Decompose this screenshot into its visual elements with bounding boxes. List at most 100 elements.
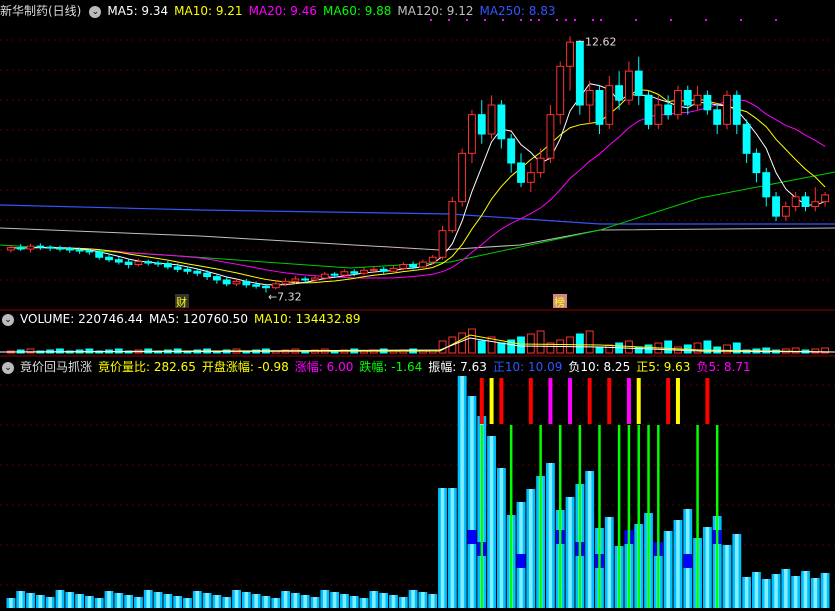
- indicator-collapse-icon[interactable]: ⌄: [2, 361, 14, 374]
- volume-bar: [693, 342, 702, 354]
- indicator-bar-core: [77, 594, 82, 608]
- candle-body: [644, 94, 653, 125]
- indicator-label-7: 正5: 9.63: [636, 360, 691, 374]
- candle-body: [124, 261, 133, 266]
- indicator-block: [516, 554, 526, 568]
- indicator-bar-core: [18, 591, 23, 608]
- indicator-label-8: 负5: 8.71: [696, 360, 751, 374]
- ma-label-4: MA120: 9.12: [397, 4, 474, 18]
- indicator-bar-core: [126, 595, 131, 608]
- volume-bar: [458, 332, 467, 354]
- candle-body: [114, 259, 123, 263]
- indicator-bar-core: [205, 593, 209, 608]
- candle-body: [428, 256, 437, 263]
- indicator-bar-core: [548, 463, 553, 608]
- indicator-bar-core: [244, 592, 249, 608]
- volume-collapse-icon[interactable]: ⌄: [2, 313, 14, 326]
- candle-body: [409, 264, 418, 268]
- candle-body: [821, 194, 830, 203]
- candle-body: [85, 250, 94, 253]
- indicator-bar-core: [234, 590, 239, 608]
- volume-bar: [536, 330, 545, 354]
- indicator-bar-core: [381, 593, 386, 608]
- indicator-bar-core: [87, 596, 92, 608]
- indicator-bar-core: [166, 594, 170, 608]
- candle-body: [46, 246, 55, 249]
- indicator-bar-core: [283, 591, 288, 608]
- candle-body: [713, 109, 722, 125]
- indicator-bar-core: [529, 489, 533, 608]
- indicator-bar-core: [352, 596, 357, 608]
- indicator-bar-core: [666, 531, 670, 608]
- indicator-bar-core: [215, 595, 219, 608]
- price-header: 新华制药(日线) ⌄ MA5: 9.34 MA10: 9.21 MA20: 9.46 MA…: [0, 2, 568, 18]
- indicator-bar-core: [293, 593, 298, 608]
- candle-body: [448, 201, 457, 232]
- candle-body: [742, 123, 751, 154]
- candle-body: [517, 162, 525, 183]
- indicator-bar-core: [430, 594, 435, 608]
- indicator-bar-core: [744, 577, 749, 608]
- candle-body: [674, 90, 682, 116]
- candle-body: [624, 70, 633, 101]
- candle-body: [507, 138, 516, 164]
- ma-label-0: MA5: 9.34: [107, 4, 169, 18]
- indicator-name: 竟价回马抓涨: [20, 360, 93, 374]
- candle-body: [772, 196, 780, 217]
- candle-body: [203, 272, 212, 278]
- indicator-bar-core: [676, 520, 680, 608]
- indicator-bar-core: [146, 590, 151, 608]
- indicator-block: [683, 554, 693, 568]
- candle-body: [615, 85, 624, 101]
- candle-body: [487, 104, 496, 135]
- candle-body: [654, 104, 663, 125]
- indicator-bar-core: [195, 591, 200, 608]
- candle-body: [418, 261, 427, 268]
- candle-body: [222, 279, 231, 285]
- volume-label-0: VOLUME: 220746.44: [20, 312, 143, 326]
- candle-body: [75, 249, 84, 252]
- indicator-bar-core: [97, 598, 101, 608]
- indicator-bar-core: [372, 591, 376, 608]
- indicator-bar-core: [107, 591, 111, 608]
- indicator-bar-core: [460, 376, 464, 608]
- panel-collapse-icon[interactable]: ⌄: [89, 5, 102, 18]
- candle-body: [193, 270, 202, 274]
- indicator-bar-core: [607, 517, 612, 608]
- candle-body: [301, 278, 310, 281]
- indicator-bar-core: [499, 468, 504, 608]
- candle-body: [791, 196, 800, 207]
- indicator-bar-core: [813, 578, 818, 608]
- indicator-bar-core: [784, 569, 788, 608]
- marker-bang: 榜: [554, 295, 565, 309]
- indicator-bar-core: [9, 598, 13, 608]
- candle-body: [163, 263, 172, 268]
- candle-body: [262, 285, 270, 289]
- candle-body: [536, 157, 545, 174]
- candle-body: [732, 94, 741, 125]
- indicator-bar-core: [185, 598, 190, 608]
- candle-body: [389, 267, 398, 272]
- indicator-bar-core: [705, 527, 710, 608]
- indicator-header: ⌄ 竟价回马抓涨 竟价量比: 282.65 开盘涨幅: -0.98 涨幅: 6.00 跌幅…: [0, 358, 763, 374]
- indicator-bar-core: [67, 592, 72, 608]
- candle-body: [801, 196, 810, 207]
- indicator-bar-core: [725, 545, 729, 608]
- indicator-bar-core: [273, 598, 278, 608]
- indicator-bar-core: [440, 488, 445, 608]
- volume-bar: [575, 333, 584, 354]
- indicator-bar-core: [254, 594, 258, 608]
- indicator-bar-core: [332, 592, 337, 608]
- volume-bar: [723, 344, 731, 354]
- volume-header: ⌄ VOLUME: 220746.44 MA5: 120760.50 MA10: 13…: [0, 312, 373, 328]
- candle-body: [242, 280, 251, 286]
- indicator-bar-core: [117, 593, 121, 608]
- candle-body: [379, 268, 388, 272]
- volume-bar: [811, 348, 820, 354]
- volume-bar: [664, 340, 673, 354]
- candle-body: [546, 114, 555, 159]
- ma-label-2: MA20: 9.46: [248, 4, 317, 18]
- candle-body: [320, 273, 329, 279]
- candle-body: [458, 152, 467, 203]
- volume-label-1: MA5: 120760.50: [149, 312, 248, 326]
